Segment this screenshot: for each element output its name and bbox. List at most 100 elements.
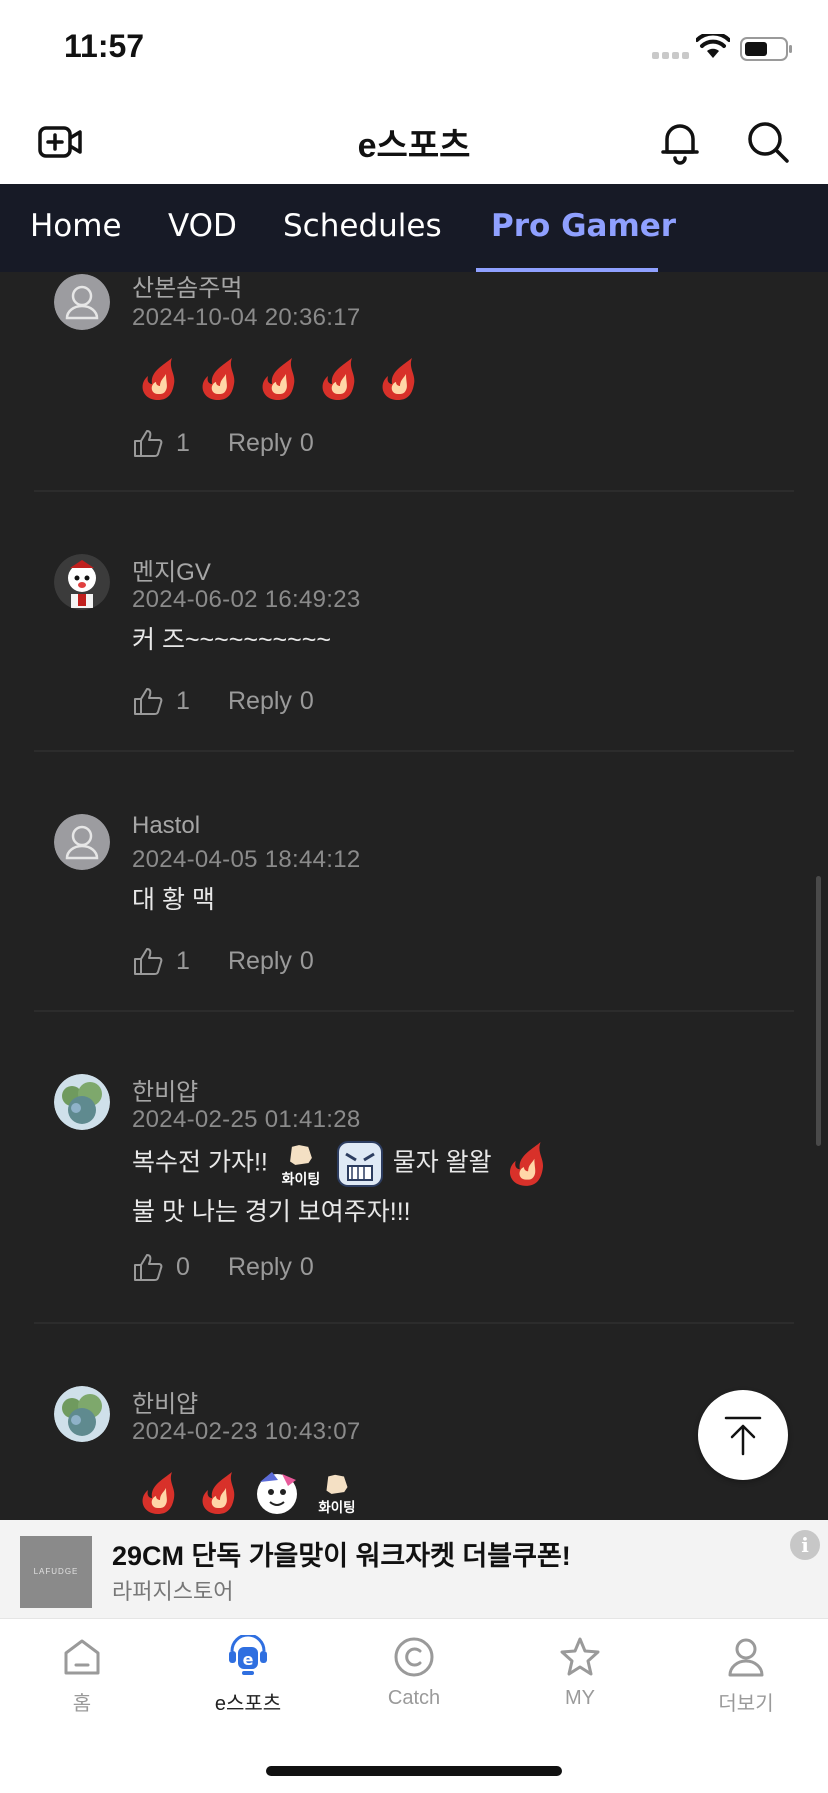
star-icon <box>560 1637 600 1676</box>
reply-button[interactable]: Reply <box>228 1253 292 1282</box>
emoji-row <box>132 354 422 404</box>
comment-username[interactable]: 한비얍 <box>132 1072 198 1107</box>
reply-count: 0 <box>299 428 314 457</box>
like-count: 1 <box>176 686 190 715</box>
status-bar: 11:57 <box>0 0 828 100</box>
divider <box>34 750 794 752</box>
comment-date: 2024-06-02 16:49:23 <box>132 586 361 613</box>
person-icon <box>728 1638 764 1677</box>
fighting-emoji-icon: 화이팅 <box>313 1472 361 1516</box>
comment-date: 2024-02-25 01:41:28 <box>132 1106 361 1133</box>
default-avatar-icon[interactable] <box>54 814 110 870</box>
comment-actions: 1 Reply 0 <box>132 426 314 460</box>
app-header: e스포츠 <box>0 100 828 184</box>
comment-username[interactable]: 산본솜주먹 <box>132 272 242 303</box>
fire-emoji-icon <box>262 358 295 400</box>
landscape-avatar-icon[interactable] <box>54 1074 110 1130</box>
nav-label: 더보기 <box>718 1693 774 1715</box>
fire-emoji-icon <box>202 1472 235 1514</box>
thumbs-up-icon[interactable] <box>132 685 164 717</box>
divider <box>34 490 794 492</box>
fighting-emoji-label: 화이팅 <box>281 1171 320 1188</box>
ad-title[interactable]: 29CM 단독 가을맞이 워크자켓 더블쿠폰! <box>112 1534 571 1573</box>
wifi-icon <box>696 34 730 58</box>
comment-actions: 0 Reply 0 <box>132 1250 314 1284</box>
reply-count: 0 <box>299 1252 314 1281</box>
nav-label: 홈 <box>72 1693 92 1715</box>
comment-text-part: 물자 왈왈 <box>392 1148 492 1177</box>
reply-button[interactable]: Reply <box>228 947 292 976</box>
fighting-emoji-icon: 화이팅 <box>276 1142 325 1188</box>
nav-item-catch[interactable]: Catch <box>354 1635 474 1710</box>
reply-button[interactable]: Reply <box>228 687 292 716</box>
search-icon[interactable] <box>744 118 792 166</box>
svg-text:e: e <box>243 1650 254 1669</box>
fire-emoji-icon <box>382 358 415 400</box>
home-icon <box>64 1639 100 1675</box>
battery-icon <box>740 37 792 61</box>
reply-button[interactable]: Reply <box>228 429 292 458</box>
fire-emoji-icon <box>322 358 355 400</box>
character-avatar-icon[interactable] <box>54 554 110 610</box>
like-count: 1 <box>176 946 190 975</box>
comment-text-line2: 불 맛 나는 경기 보여주자!!! <box>132 1198 411 1226</box>
tab-vod[interactable]: VOD <box>168 208 237 244</box>
fire-emoji-icon <box>142 1472 175 1514</box>
cellular-signal-icon <box>652 52 689 59</box>
tab-pro-gamer[interactable]: Pro Gamer <box>491 208 676 244</box>
nav-label: Catch <box>387 1687 441 1709</box>
divider <box>34 1322 794 1324</box>
tab-schedules[interactable]: Schedules <box>283 208 442 244</box>
reply-count: 0 <box>299 686 314 715</box>
thumbs-up-icon[interactable] <box>132 427 164 459</box>
fire-emoji-icon <box>202 358 235 400</box>
home-indicator <box>266 1766 562 1776</box>
scroll-to-top-button[interactable] <box>698 1390 788 1480</box>
catch-icon <box>394 1637 434 1677</box>
fire-emoji-icon <box>142 358 175 400</box>
thumbs-up-icon[interactable] <box>132 1251 164 1283</box>
character-emoji-icon <box>257 1472 297 1514</box>
status-time: 11:57 <box>64 28 145 64</box>
fighting-emoji-label: 화이팅 <box>318 1499 355 1516</box>
comment-username[interactable]: 한비얍 <box>132 1384 198 1419</box>
tab-bar: Home VOD Schedules Pro Gamer <box>0 184 828 272</box>
nav-label: e스포츠 <box>214 1693 282 1715</box>
comment-text: 대 황 맥 <box>132 886 215 914</box>
like-count: 0 <box>176 1252 190 1281</box>
comment-text: 커 즈~~~~~~~~~~ <box>132 626 331 654</box>
default-avatar-icon[interactable] <box>54 274 110 330</box>
nav-item-my[interactable]: MY <box>520 1635 640 1710</box>
esports-icon: e <box>229 1635 267 1675</box>
bell-icon[interactable] <box>656 118 704 166</box>
comment-text-part: 복수전 가자!! <box>132 1148 268 1177</box>
comment-list[interactable]: 산본솜주먹 2024-10-04 20:36:17 1 Reply 0 멘지GV <box>0 272 828 1520</box>
comment-date: 2024-10-04 20:36:17 <box>132 304 361 331</box>
comment-username[interactable]: 멘지GV <box>132 552 211 587</box>
arrow-up-icon <box>724 1416 762 1456</box>
comment-text: 복수전 가자!! 화이팅 물자 왈왈 불 맛 나는 경기 보여주자!!! <box>132 1138 551 1234</box>
info-icon[interactable]: i <box>790 1530 820 1560</box>
ad-banner[interactable]: LAFUDGE 29CM 단독 가을맞이 워크자켓 더블쿠폰! 라퍼지스토어 i <box>0 1520 828 1618</box>
ad-subtitle: 라퍼지스토어 <box>112 1579 234 1604</box>
comment-actions: 1 Reply 0 <box>132 684 314 718</box>
comment-date: 2024-04-05 18:44:12 <box>132 846 361 873</box>
nav-item-home[interactable]: 홈 <box>22 1635 142 1716</box>
like-count: 1 <box>176 428 190 457</box>
tab-home[interactable]: Home <box>30 208 122 244</box>
nav-item-more[interactable]: 더보기 <box>686 1635 806 1716</box>
angry-character-emoji-icon <box>336 1141 383 1187</box>
comment-date: 2024-02-23 10:43:07 <box>132 1418 361 1445</box>
thumbs-up-icon[interactable] <box>132 945 164 977</box>
comment-username[interactable]: Hastol <box>132 812 200 840</box>
divider <box>34 1010 794 1012</box>
landscape-avatar-icon[interactable] <box>54 1386 110 1442</box>
reply-count: 0 <box>299 946 314 975</box>
ad-logo: LAFUDGE <box>20 1536 92 1608</box>
emoji-row: 화이팅 <box>132 1468 362 1518</box>
comment-actions: 1 Reply 0 <box>132 944 314 978</box>
scrollbar[interactable] <box>816 876 821 1146</box>
nav-label: MY <box>565 1687 595 1709</box>
nav-item-esports[interactable]: e e스포츠 <box>188 1635 308 1716</box>
fire-emoji-icon <box>509 1142 543 1186</box>
